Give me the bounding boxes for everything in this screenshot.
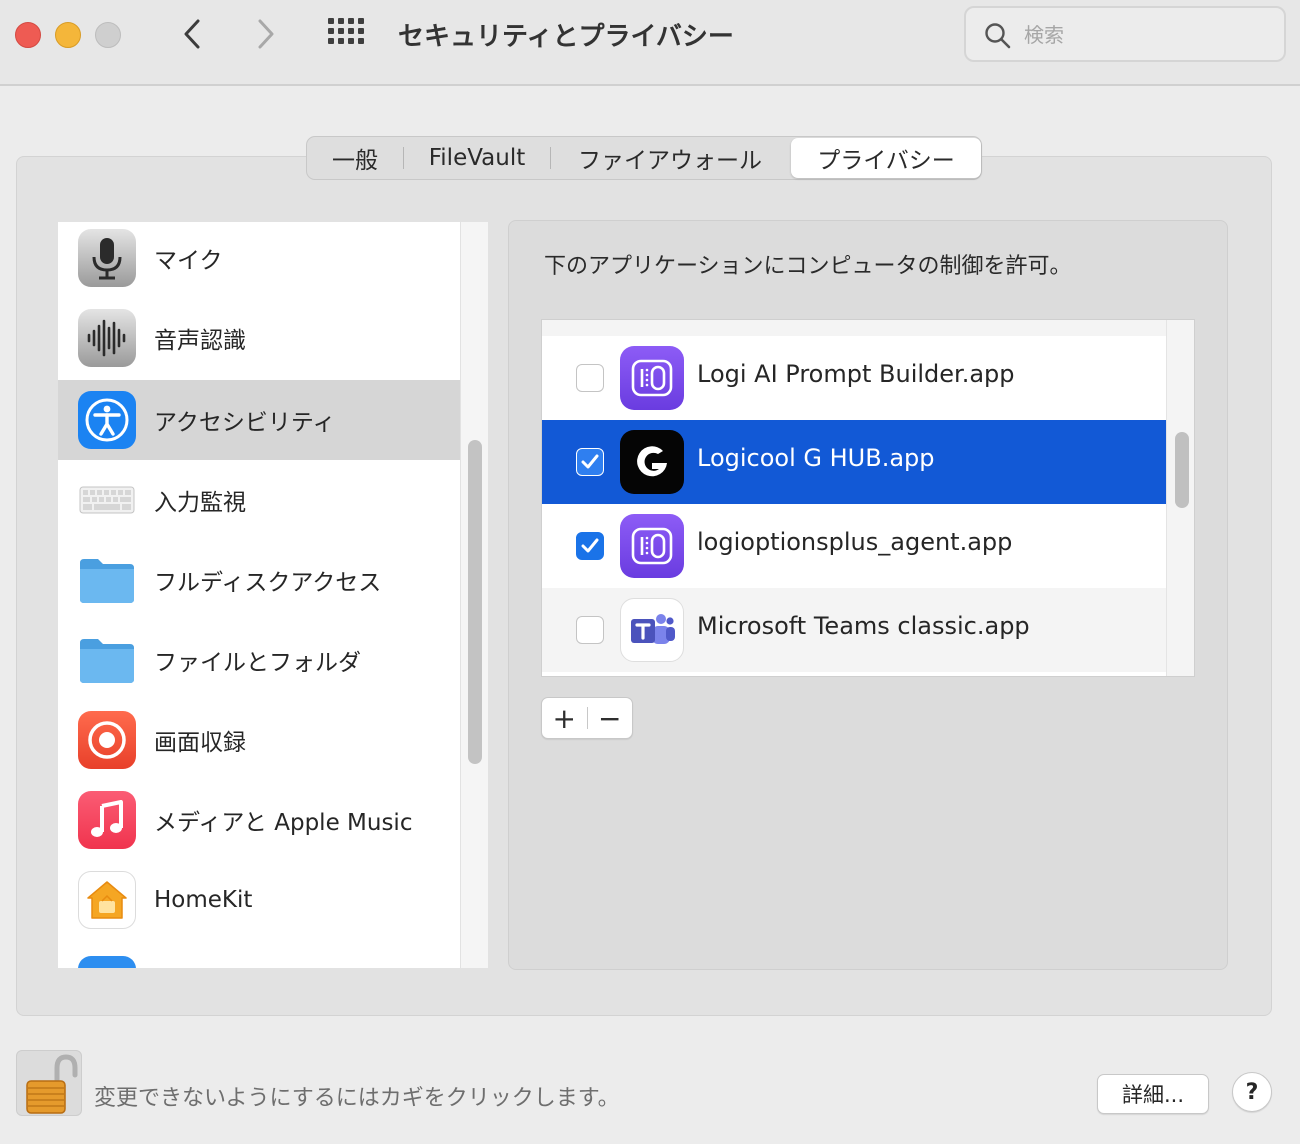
sidebar-item-input-monitoring[interactable]: 入力監視 (58, 460, 460, 540)
home-icon (78, 871, 136, 929)
sidebar-item-files-and-folders[interactable]: ファイルとフォルダ (58, 620, 460, 700)
sidebar-item-label: 音声認識 (154, 328, 246, 354)
accessibility-icon (78, 391, 136, 449)
app-checkbox[interactable] (576, 364, 604, 392)
forward-button[interactable] (246, 14, 286, 54)
sidebar-scroll-thumb[interactable] (468, 440, 482, 764)
add-app-button[interactable]: + (542, 698, 587, 738)
app-list-scrollbar[interactable] (1166, 320, 1194, 676)
app-list-scroll-thumb[interactable] (1175, 432, 1189, 508)
search-field[interactable] (964, 6, 1286, 62)
checkmark-icon (581, 538, 599, 553)
help-button[interactable]: ? (1232, 1072, 1272, 1112)
list-item-partial[interactable] (542, 320, 1166, 336)
remove-app-button[interactable]: − (587, 698, 632, 738)
sidebar-item-speech-recognition[interactable]: 音声認識 (58, 298, 460, 378)
chevron-right-icon (258, 19, 274, 49)
back-button[interactable] (172, 14, 212, 54)
keyboard-icon (78, 471, 136, 529)
folder-icon (78, 631, 136, 689)
sidebar-item-label: HomeKit (154, 887, 253, 913)
logi-options-icon (620, 346, 684, 410)
permission-description: 下のアプリケーションにコンピュータの制御を許可。 (544, 254, 1072, 279)
lock-instruction-text: 変更できないようにするにはカギをクリックします。 (94, 1086, 620, 1111)
folder-icon (78, 551, 136, 609)
speech-recognition-icon (78, 309, 136, 367)
sidebar-item-label: フルディスクアクセス (154, 570, 382, 596)
app-name: Microsoft Teams classic.app (697, 612, 1030, 640)
list-item-microsoft-teams-classic[interactable]: Microsoft Teams classic.app (542, 588, 1166, 672)
partial-app-icon (78, 956, 136, 968)
app-checkbox[interactable] (576, 448, 604, 476)
tab-firewall[interactable]: ファイアウォール (551, 138, 789, 178)
search-icon (985, 23, 1011, 49)
partial-app-icon (620, 320, 684, 330)
sidebar-item-accessibility[interactable]: アクセシビリティ (58, 380, 460, 460)
minimize-button[interactable] (55, 22, 81, 48)
sidebar-item-media-apple-music[interactable]: メディアと Apple Music (58, 780, 460, 860)
list-item-logicool-g-hub[interactable]: Logicool G HUB.app (542, 420, 1166, 504)
list-item-logioptionsplus-agent[interactable]: logioptionsplus_agent.app (542, 504, 1166, 588)
allowed-apps-list[interactable]: Logi AI Prompt Builder.app Logicool G HU… (541, 319, 1195, 677)
sidebar-item-screen-recording[interactable]: 画面収録 (58, 700, 460, 780)
lock-button[interactable] (16, 1050, 82, 1116)
sidebar-item-full-disk-access[interactable]: フルディスクアクセス (58, 540, 460, 620)
tab-privacy[interactable]: プライバシー (791, 138, 981, 178)
sidebar-item-label: メディアと Apple Music (154, 810, 413, 836)
sidebar-item-label: アクセシビリティ (154, 410, 336, 436)
add-remove-control: + − (541, 697, 633, 739)
sidebar-item-label: ファイルとフォルダ (154, 650, 361, 676)
screen-recording-icon (78, 711, 136, 769)
checkmark-icon (581, 454, 599, 469)
list-item-logi-ai-prompt-builder[interactable]: Logi AI Prompt Builder.app (542, 336, 1166, 420)
teams-icon (620, 598, 684, 662)
sidebar-item-homekit[interactable]: HomeKit (58, 860, 460, 940)
search-input[interactable] (1024, 20, 1274, 50)
window-title: セキュリティとプライバシー (398, 22, 734, 52)
sidebar-item-microphone[interactable]: マイク (58, 222, 460, 298)
logitech-g-icon (620, 430, 684, 494)
logi-options-icon (620, 514, 684, 578)
app-checkbox[interactable] (576, 532, 604, 560)
app-name: logioptionsplus_agent.app (697, 528, 1013, 556)
sidebar-item-label: 画面収録 (154, 730, 246, 756)
music-icon (78, 791, 136, 849)
show-all-grid-icon[interactable] (328, 18, 366, 52)
tab-general[interactable]: 一般 (307, 138, 403, 178)
privacy-category-list[interactable]: マイク 音声認識 アクセシビリティ 入力監視 フルディスクアクセス ファイルとフ… (58, 222, 488, 968)
close-button[interactable] (15, 22, 41, 48)
title-bar: セキュリティとプライバシー (0, 0, 1300, 86)
microphone-icon (78, 229, 136, 287)
app-name: Logi AI Prompt Builder.app (697, 360, 1015, 388)
sidebar-item-label: 入力監視 (154, 490, 246, 516)
app-checkbox[interactable] (576, 616, 604, 644)
sidebar-item-label: マイク (154, 248, 223, 274)
advanced-button[interactable]: 詳細... (1097, 1074, 1209, 1114)
tab-filevault[interactable]: FileVault (404, 138, 550, 178)
app-name: Logicool G HUB.app (697, 444, 935, 472)
tab-bar: 一般 FileVault ファイアウォール プライバシー (306, 136, 982, 180)
unlocked-padlock-icon (26, 1054, 78, 1114)
zoom-button[interactable] (95, 22, 121, 48)
chevron-left-icon (184, 19, 200, 49)
sidebar-item-partial[interactable] (58, 940, 460, 968)
sidebar-scrollbar[interactable] (460, 222, 488, 968)
